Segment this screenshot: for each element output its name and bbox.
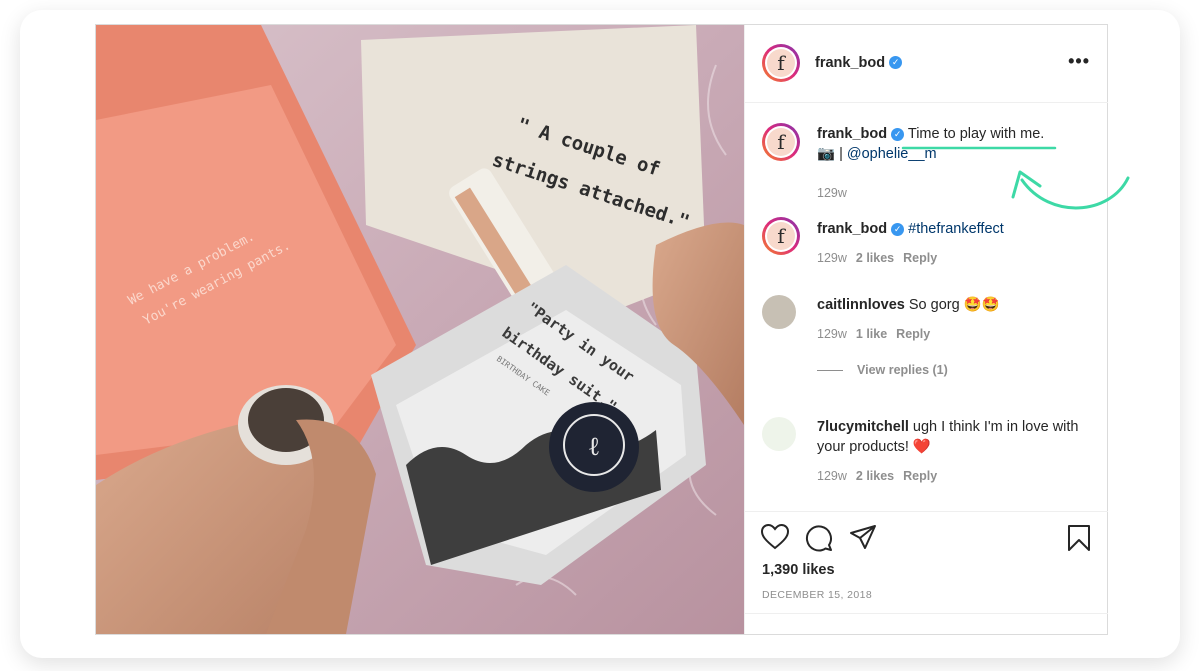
instagram-post: " A couple of strings attached." We have… bbox=[95, 24, 1108, 635]
photo-illustration: " A couple of strings attached." We have… bbox=[96, 25, 744, 634]
bookmark-icon[interactable] bbox=[1067, 524, 1091, 552]
comment-text: caitlinnloves So gorg 🤩🤩 bbox=[817, 295, 1092, 315]
comment-icon[interactable] bbox=[805, 524, 833, 552]
comment-username[interactable]: 7lucymitchell bbox=[817, 419, 909, 435]
post-date: DECEMBER 15, 2018 bbox=[762, 589, 873, 601]
hashtag-link[interactable]: #thefrankeffect bbox=[908, 221, 1004, 237]
comment-username[interactable]: frank_bod bbox=[817, 126, 887, 142]
comment-item: f frank_bod ✓ #thefrankeffect 129w 2 likes… bbox=[745, 215, 1108, 285]
comment-body: So gorg 🤩🤩 bbox=[908, 297, 1000, 313]
post-sidebar: f frank_bod ✓ ••• f frank_bod ✓ Time to pl… bbox=[744, 25, 1108, 634]
caption-separator: | bbox=[835, 146, 847, 162]
comment-likes[interactable]: 2 likes bbox=[856, 251, 894, 265]
comment-age[interactable]: 129w bbox=[817, 251, 847, 265]
comment-username[interactable]: caitlinnloves bbox=[817, 297, 905, 313]
verified-badge-icon: ✓ bbox=[891, 222, 905, 236]
comment-username[interactable]: frank_bod bbox=[817, 221, 887, 237]
comment-text: frank_bod ✓ #thefrankeffect bbox=[817, 219, 1092, 239]
divider bbox=[745, 613, 1108, 614]
likes-count[interactable]: 1,390 likes bbox=[762, 562, 835, 578]
verified-badge-icon: ✓ bbox=[891, 127, 905, 141]
view-replies-label[interactable]: View replies (1) bbox=[857, 363, 948, 377]
comment-item: 7lucymitchell ugh I think I'm in love wi… bbox=[745, 413, 1108, 510]
comment-meta: 129w 2 likes Reply bbox=[817, 469, 946, 483]
comment-item: caitlinnloves So gorg 🤩🤩 129w 1 like Reply… bbox=[745, 291, 1108, 401]
avatar[interactable] bbox=[762, 417, 796, 451]
reply-button[interactable]: Reply bbox=[896, 327, 930, 341]
comment-meta: 129w bbox=[817, 186, 856, 200]
avatar[interactable]: f bbox=[762, 123, 800, 161]
comment-age[interactable]: 129w bbox=[817, 327, 847, 341]
mention-link[interactable]: @ophelie__m bbox=[847, 146, 937, 162]
avatar-letter: f bbox=[767, 49, 795, 77]
comment-meta: 129w 2 likes Reply bbox=[817, 251, 946, 265]
avatar[interactable]: f bbox=[762, 44, 800, 82]
header-username-row: frank_bod ✓ bbox=[815, 54, 903, 72]
replies-line bbox=[817, 370, 843, 372]
more-options-icon[interactable]: ••• bbox=[1068, 51, 1090, 72]
reply-button[interactable]: Reply bbox=[903, 251, 937, 265]
comment-likes[interactable]: 2 likes bbox=[856, 469, 894, 483]
avatar[interactable] bbox=[762, 295, 796, 329]
post-header: f frank_bod ✓ ••• bbox=[745, 25, 1108, 103]
comment-age[interactable]: 129w bbox=[817, 186, 847, 200]
comment-likes[interactable]: 1 like bbox=[856, 327, 887, 341]
verified-badge-icon: ✓ bbox=[889, 56, 903, 70]
comments-list[interactable]: f frank_bod ✓ Time to play with me. 📷 | @… bbox=[745, 103, 1108, 510]
reply-button[interactable]: Reply bbox=[903, 469, 937, 483]
caption: f frank_bod ✓ Time to play with me. 📷 | @… bbox=[745, 120, 1108, 220]
avatar[interactable]: f bbox=[762, 217, 800, 255]
tin-logo: ℓ bbox=[588, 432, 600, 462]
heart-icon[interactable] bbox=[761, 524, 789, 550]
share-icon[interactable] bbox=[849, 524, 877, 550]
comment-age[interactable]: 129w bbox=[817, 469, 847, 483]
comment-text: 7lucymitchell ugh I think I'm in love wi… bbox=[817, 417, 1092, 457]
avatar-letter: f bbox=[767, 128, 795, 156]
comment-meta: 129w 1 like Reply bbox=[817, 327, 939, 341]
caption-body: Time to play with me. bbox=[907, 126, 1045, 142]
camera-emoji: 📷 bbox=[817, 146, 836, 162]
view-replies[interactable]: View replies (1) bbox=[817, 363, 957, 377]
caption-text: frank_bod ✓ Time to play with me. 📷 | @op… bbox=[817, 124, 1092, 164]
post-photo[interactable]: " A couple of strings attached." We have… bbox=[96, 25, 744, 634]
header-username[interactable]: frank_bod bbox=[815, 55, 885, 71]
avatar-letter: f bbox=[767, 222, 795, 250]
action-bar: 1,390 likes DECEMBER 15, 2018 bbox=[745, 511, 1108, 635]
